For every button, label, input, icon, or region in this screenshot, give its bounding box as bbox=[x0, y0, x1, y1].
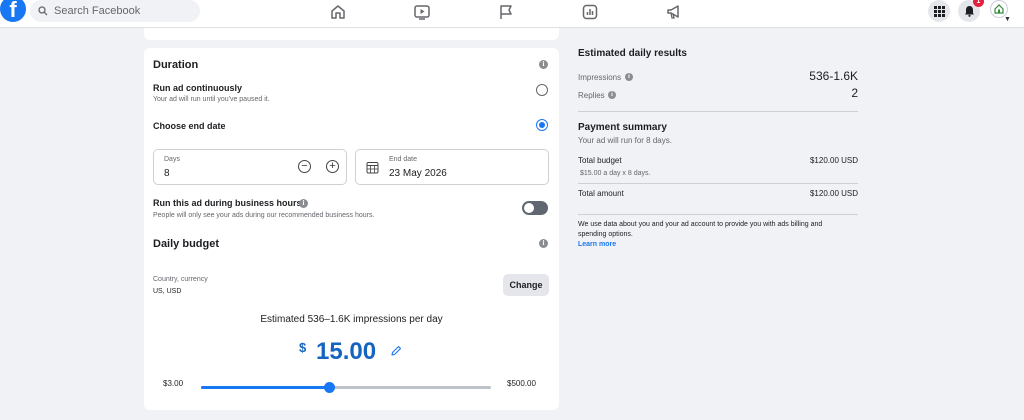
ads-manager-icon[interactable] bbox=[581, 3, 599, 21]
payment-subtitle: Your ad will run for 8 days. bbox=[578, 136, 672, 145]
profile-logo-icon bbox=[994, 4, 1004, 14]
slider-min-label: $3.00 bbox=[163, 379, 184, 388]
increment-days-button[interactable]: + bbox=[326, 160, 339, 173]
notification-badge: 1 bbox=[973, 0, 984, 7]
run-continuously-desc: Your ad will run until you've paused it. bbox=[153, 96, 270, 103]
search-placeholder: Search Facebook bbox=[54, 5, 141, 17]
daily-budget-title: Daily budget bbox=[153, 238, 220, 250]
business-hours-desc: People will only see your ads during our… bbox=[153, 212, 375, 219]
decrement-days-button[interactable]: − bbox=[298, 160, 311, 173]
days-field[interactable]: Days 8 − + bbox=[153, 149, 347, 185]
business-hours-label: Run this ad during business hours bbox=[153, 198, 302, 208]
impressions-info-icon[interactable]: i bbox=[625, 73, 633, 81]
replies-value: 2 bbox=[851, 86, 858, 100]
plus-icon: + bbox=[329, 160, 336, 172]
pages-flag-icon[interactable] bbox=[497, 3, 515, 21]
daily-budget-info-icon[interactable]: i bbox=[539, 239, 548, 248]
choose-end-date-label: Choose end date bbox=[153, 121, 226, 131]
menu-grid-icon bbox=[933, 5, 945, 17]
days-value[interactable]: 8 bbox=[164, 168, 170, 179]
chevron-down-icon[interactable]: ▼ bbox=[1004, 16, 1011, 23]
choose-end-date-radio[interactable] bbox=[536, 119, 548, 131]
estimated-results-title: Estimated daily results bbox=[578, 48, 687, 59]
megaphone-icon[interactable] bbox=[665, 3, 683, 21]
previous-section-card bbox=[144, 28, 559, 40]
payment-summary-title: Payment summary bbox=[578, 122, 667, 133]
days-label: Days bbox=[164, 156, 180, 163]
country-currency-label: Country, currency bbox=[153, 276, 208, 283]
learn-more-link[interactable]: Learn more bbox=[578, 240, 848, 250]
divider bbox=[578, 214, 858, 215]
top-nav-bar: f Search Facebook 1 ▼ bbox=[0, 0, 1024, 28]
search-bar[interactable]: Search Facebook bbox=[30, 0, 200, 22]
total-amount-value: $120.00 USD bbox=[809, 189, 858, 198]
end-date-value: 23 May 2026 bbox=[389, 168, 447, 179]
duration-title: Duration bbox=[153, 59, 199, 71]
total-amount-label: Total amount bbox=[578, 189, 624, 198]
watch-icon[interactable] bbox=[413, 3, 431, 21]
total-budget-detail: $15.00 a day x 8 days. bbox=[580, 170, 651, 177]
search-icon bbox=[38, 6, 48, 16]
impressions-label: Impressions bbox=[578, 73, 622, 82]
summary-panel: Estimated daily results Impressions i 53… bbox=[568, 28, 868, 268]
budget-slider-thumb[interactable] bbox=[323, 382, 335, 393]
business-hours-info-icon[interactable]: i bbox=[299, 199, 308, 208]
calendar-icon bbox=[366, 162, 379, 174]
notifications-button[interactable]: 1 bbox=[958, 0, 984, 22]
slider-max-label: $500.00 bbox=[507, 379, 536, 388]
edit-pencil-icon[interactable] bbox=[390, 345, 402, 357]
currency-symbol: $ bbox=[299, 340, 307, 355]
end-date-label: End date bbox=[389, 156, 418, 163]
budget-slider[interactable] bbox=[201, 382, 491, 393]
daily-budget-amount[interactable]: 15.00 bbox=[316, 338, 376, 366]
divider bbox=[578, 111, 858, 112]
disclaimer-text: We use data about you and your ad accoun… bbox=[578, 221, 823, 238]
minus-icon: − bbox=[301, 160, 308, 172]
menu-grid-button[interactable] bbox=[928, 0, 950, 22]
replies-info-icon[interactable]: i bbox=[608, 91, 616, 99]
country-currency-value: US, USD bbox=[153, 288, 182, 295]
total-budget-value: $120.00 USD bbox=[809, 156, 858, 165]
replies-label: Replies bbox=[578, 91, 605, 100]
budget-slider-fill bbox=[201, 386, 329, 389]
business-hours-toggle[interactable] bbox=[522, 201, 548, 215]
run-continuously-radio[interactable] bbox=[536, 84, 548, 96]
impressions-value: 536-1.6K bbox=[809, 69, 858, 83]
duration-info-icon[interactable]: i bbox=[539, 60, 548, 69]
total-budget-label: Total budget bbox=[578, 156, 622, 165]
change-currency-button[interactable]: Change bbox=[503, 274, 549, 296]
facebook-logo[interactable]: f bbox=[0, 0, 26, 22]
estimated-impressions-text: Estimated 536–1.6K impressions per day bbox=[260, 314, 443, 325]
billing-disclaimer: We use data about you and your ad accoun… bbox=[578, 220, 848, 250]
divider bbox=[578, 183, 858, 184]
home-icon[interactable] bbox=[329, 3, 347, 21]
bell-icon bbox=[964, 6, 974, 17]
end-date-field[interactable]: End date 23 May 2026 bbox=[355, 149, 549, 185]
run-continuously-label: Run ad continuously bbox=[153, 83, 242, 93]
